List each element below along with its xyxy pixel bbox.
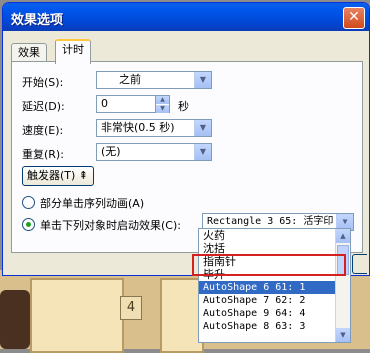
- delay-spinner[interactable]: ▲ ▼: [156, 95, 170, 114]
- repeat-value: (无): [101, 145, 121, 158]
- list-item[interactable]: AutoShape 9 64: 4: [199, 307, 350, 320]
- delay-input[interactable]: 0: [96, 95, 156, 113]
- delay-label: 延迟(D):: [22, 100, 65, 113]
- start-label: 开始(S):: [22, 76, 64, 89]
- ok-button-partial[interactable]: [352, 254, 367, 274]
- dialog-title: 效果选项: [11, 13, 64, 28]
- slide-shape-card: [30, 278, 124, 353]
- speed-value: 非常快(0.5 秒): [101, 121, 175, 134]
- list-item-selected[interactable]: AutoShape 6 61: 1: [199, 281, 350, 294]
- title-bar[interactable]: 效果选项 ✕: [3, 3, 369, 31]
- list-scrollbar[interactable]: ▲ ▼: [335, 229, 350, 342]
- close-button[interactable]: ✕: [343, 7, 365, 29]
- speed-label: 速度(E):: [22, 124, 64, 137]
- tab-timing[interactable]: 计时: [55, 39, 91, 64]
- slide-shape-dark: [0, 290, 30, 349]
- delay-unit: 秒: [178, 100, 189, 113]
- chevron-down-icon[interactable]: ▼: [194, 144, 211, 160]
- trigger-button[interactable]: 触发器(T) ⇞: [22, 166, 94, 186]
- start-select[interactable]: 之前 ▼: [96, 71, 212, 89]
- spin-up-icon[interactable]: ▲: [156, 96, 169, 105]
- trigger-object-value: Rectangle 3 65: 活字印: [207, 216, 334, 227]
- list-item[interactable]: AutoShape 7 62: 2: [199, 294, 350, 307]
- slide-number-box: 4: [120, 296, 142, 320]
- timing-panel: 开始(S): 之前 ▼ 延迟(D): 0 ▲ ▼ 秒 速度(E): 非常快(0.…: [11, 61, 363, 253]
- chevron-down-icon[interactable]: ▼: [194, 120, 211, 136]
- radio-on-click-object[interactable]: [22, 218, 35, 231]
- radio-sequence[interactable]: [22, 196, 35, 209]
- start-value: 之前: [119, 73, 141, 86]
- tab-effect[interactable]: 效果: [11, 43, 47, 62]
- list-item[interactable]: AutoShape 8 63: 3: [199, 320, 350, 333]
- scroll-up-icon[interactable]: ▲: [336, 229, 350, 243]
- scroll-down-icon[interactable]: ▼: [336, 328, 350, 342]
- chevron-down-icon[interactable]: ▼: [194, 72, 211, 88]
- repeat-label: 重复(R):: [22, 148, 64, 161]
- annotation-highlight-box: [192, 254, 346, 276]
- radio-on-click-object-label[interactable]: 单击下列对象时启动效果(C):: [40, 217, 181, 233]
- list-item[interactable]: 火药: [199, 229, 350, 242]
- radio-sequence-label[interactable]: 部分单击序列动画(A): [40, 195, 144, 211]
- speed-select[interactable]: 非常快(0.5 秒) ▼: [96, 119, 212, 137]
- trigger-object-list[interactable]: 火药 沈括 指南针 毕升 AutoShape 6 61: 1 AutoShape…: [198, 228, 351, 343]
- repeat-select[interactable]: (无) ▼: [96, 143, 212, 161]
- spin-down-icon[interactable]: ▼: [156, 105, 169, 114]
